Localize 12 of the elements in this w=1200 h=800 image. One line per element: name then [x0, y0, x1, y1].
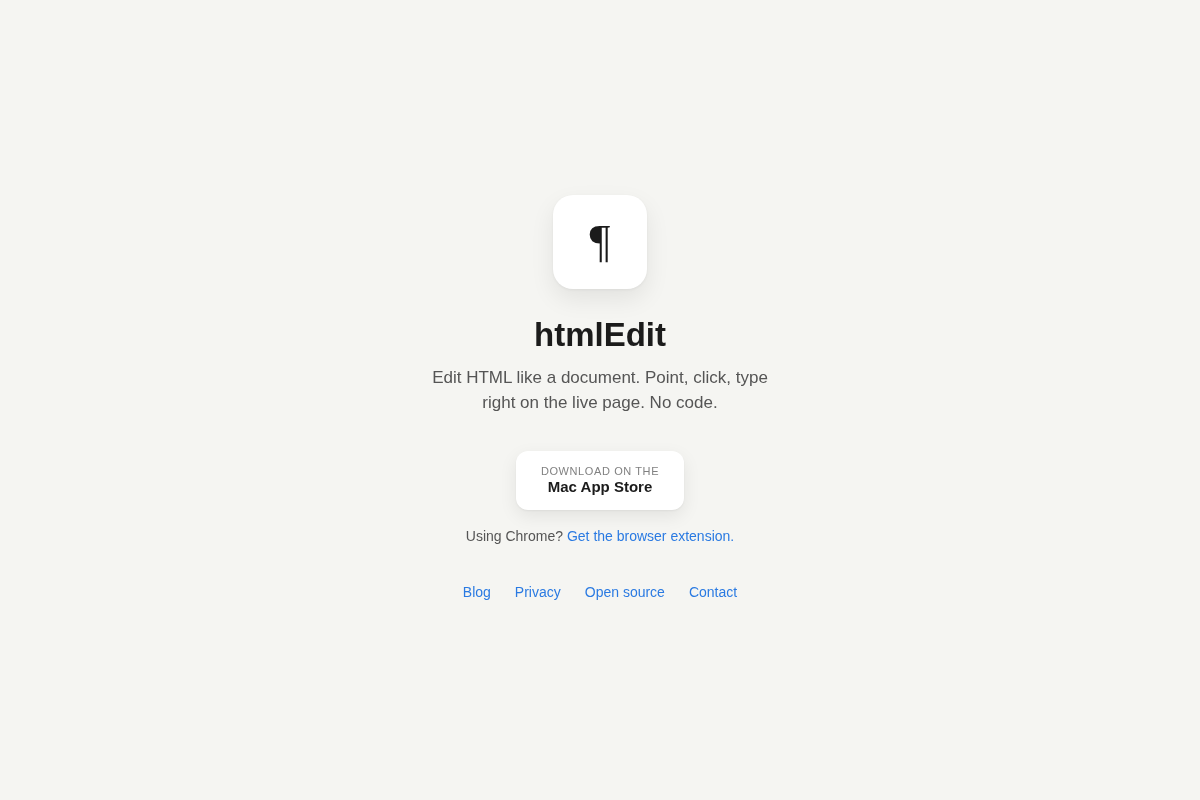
footer-link[interactable]: Privacy	[514, 581, 561, 602]
extension-link[interactable]: Get the browser extension.	[566, 527, 735, 544]
store-label: Mac App Store	[547, 477, 653, 496]
download-button[interactable]: DOWNLOAD ON THE Mac App Store	[516, 450, 684, 510]
chrome-note: Using Chrome? Get the browser extension.	[465, 526, 735, 546]
app-logo: ¶	[553, 194, 647, 289]
tagline: Edit HTML like a document. Point, click, type right on the live page. No code.	[431, 366, 769, 414]
footer-link[interactable]: Contact	[688, 581, 738, 602]
download-eyebrow: DOWNLOAD ON THE	[540, 464, 660, 478]
app-title: htmlEdit	[534, 314, 666, 355]
footer-link[interactable]: Open source	[584, 581, 665, 602]
footer-link[interactable]: Blog	[462, 581, 491, 602]
